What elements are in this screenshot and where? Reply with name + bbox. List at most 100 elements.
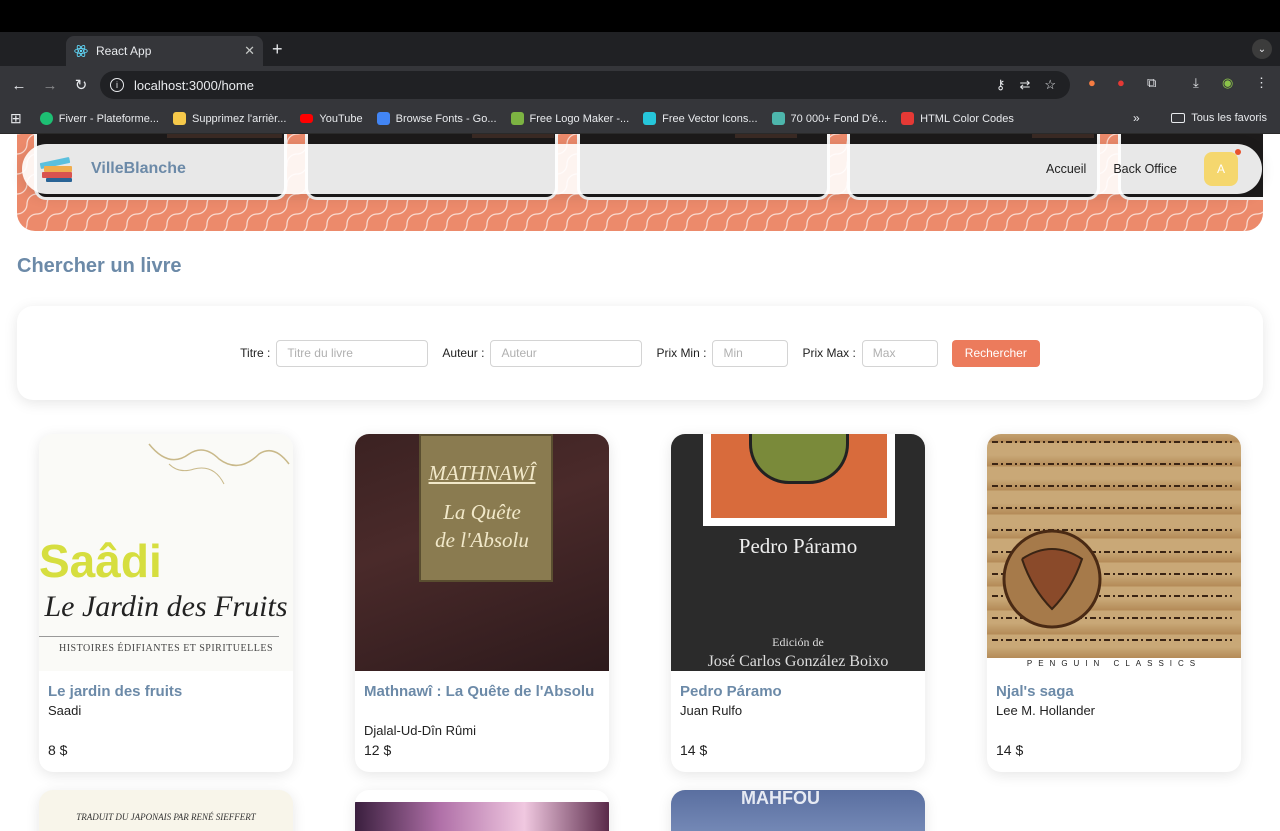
all-bookmarks-folder[interactable]: Tous les favoris (1171, 112, 1267, 124)
banner-book-image (167, 134, 282, 138)
cover-title-text: Saâdi (39, 535, 162, 587)
book-cover: Djalal-od-Dîn Rûmî MATHNAWÎ La Quête de … (355, 434, 609, 671)
book-price: 8 $ (48, 742, 68, 758)
publisher-text: PENGUIN CLASSICS (1026, 659, 1202, 668)
bookmark-item[interactable]: Free Logo Maker -... (510, 112, 630, 125)
book-card[interactable]: MAHFOU (671, 790, 925, 831)
book-title[interactable]: Le jardin des fruits (48, 681, 284, 702)
site-navbar: VilleBlanche Accueil Back Office A (22, 144, 1262, 194)
cover-title-text: Pedro Páramo (738, 534, 858, 558)
bookmark-label: Free Logo Maker -... (529, 112, 630, 125)
nav-link-back-office[interactable]: Back Office (1113, 162, 1177, 176)
more-bookmarks-icon[interactable]: » (1133, 111, 1140, 125)
book-price: 12 $ (364, 742, 392, 758)
folder-label: Tous les favoris (1191, 112, 1267, 124)
youtube-icon (300, 114, 314, 123)
book-cover (355, 802, 609, 831)
book-price: 14 $ (680, 742, 708, 758)
cover-title-text: MATHNAWÎ (428, 461, 536, 485)
bookmark-label: YouTube (319, 112, 363, 125)
bookmark-item[interactable]: 70 000+ Fond D'é... (771, 112, 888, 125)
vector-icons-icon (643, 112, 657, 125)
book-cover: PENGUIN CLASSICS (987, 434, 1241, 671)
tab-strip: React App ✕ + ⌄ (0, 32, 1280, 66)
cover-caption-text: Edición de (772, 635, 824, 649)
search-section-title: Chercher un livre (17, 255, 182, 277)
search-form: Titre : Auteur : Prix Min : Prix Max : R… (17, 306, 1263, 400)
title-input[interactable] (276, 339, 429, 367)
back-icon[interactable]: ← (8, 77, 30, 94)
floral-ornament-icon (148, 443, 290, 485)
bookmark-star-icon[interactable]: ☆ (1044, 77, 1056, 93)
cover-caption-text: José Carlos González Boixo (707, 653, 889, 670)
bookmark-label: Browse Fonts - Go... (395, 112, 497, 125)
bookmark-item[interactable]: Browse Fonts - Go... (376, 112, 497, 125)
bookmark-item[interactable]: YouTube (300, 112, 363, 125)
tab-search-icon[interactable]: ⌄ (1252, 39, 1272, 59)
wallpaper-icon (771, 112, 785, 125)
cover-title-text: MAHFOU (741, 790, 820, 808)
reload-icon[interactable]: ↻ (70, 76, 92, 94)
cover-subtitle-text: La Quête (443, 500, 521, 524)
bookmark-label: HTML Color Codes (920, 112, 1014, 125)
bookmark-item[interactable]: Supprimez l'arrièr... (172, 112, 286, 125)
book-card[interactable]: PENGUIN CLASSICS Njal's saga Lee M. Holl… (987, 434, 1241, 772)
manuscript-illustration (992, 441, 1232, 641)
brand-name[interactable]: VilleBlanche (91, 160, 186, 178)
user-avatar[interactable]: A (1204, 149, 1241, 186)
author-label: Auteur : (442, 346, 485, 360)
profile-avatar-icon[interactable]: ◉ (1222, 75, 1233, 91)
download-icon[interactable]: ⤓ (1193, 75, 1199, 91)
tab-title: React App (96, 44, 152, 58)
bookmark-label: Fiverr - Plateforme... (58, 112, 159, 125)
book-title[interactable]: Njal's saga (996, 681, 1232, 702)
book-card[interactable] (355, 790, 609, 831)
max-price-input[interactable] (861, 339, 938, 367)
bookmark-item[interactable]: Fiverr - Plateforme... (39, 112, 159, 125)
cover-divider (39, 636, 279, 637)
extension-shield-icon[interactable]: ● (1117, 75, 1125, 90)
google-fonts-icon (376, 112, 390, 125)
password-key-icon[interactable]: ⚷ (996, 77, 1006, 93)
book-author: Djalal-Ud-Dîn Rûmi (364, 723, 476, 738)
browser-tab[interactable]: React App ✕ (66, 36, 263, 66)
address-bar[interactable]: i localhost:3000/home ⚷ ⇄ ☆ (100, 71, 1070, 99)
author-input[interactable] (490, 339, 643, 367)
url-text[interactable]: localhost:3000/home (134, 78, 996, 93)
removebg-icon (172, 112, 186, 125)
cover-caption-text: HISTOIRES ÉDIFIANTES ET SPIRITUELLES (58, 643, 274, 654)
book-cover: Pedro Páramo Edición de José Carlos Gonz… (671, 434, 925, 671)
book-price: 14 $ (996, 742, 1024, 758)
book-card[interactable]: Saâdi Le Jardin des Fruits HISTOIRES ÉDI… (39, 434, 293, 772)
new-tab-icon[interactable]: + (272, 39, 283, 60)
book-author: Juan Rulfo (680, 703, 743, 718)
book-card[interactable]: TRADUIT DU JAPONAIS PAR RENÉ SIEFFERT (39, 790, 293, 831)
forward-icon[interactable]: → (39, 77, 61, 94)
min-price-input[interactable] (712, 339, 789, 367)
book-title[interactable]: Pedro Páramo (680, 681, 916, 702)
apps-grid-icon[interactable]: ⊞ (10, 110, 22, 127)
bookmark-item[interactable]: Free Vector Icons... (643, 112, 758, 125)
search-button[interactable]: Rechercher (951, 339, 1040, 367)
site-info-icon[interactable]: i (110, 78, 124, 92)
bookmark-label: 70 000+ Fond D'é... (790, 112, 888, 125)
close-tab-icon[interactable]: ✕ (244, 43, 255, 59)
book-card[interactable]: Djalal-od-Dîn Rûmî MATHNAWÎ La Quête de … (355, 434, 609, 772)
cover-caption-text: TRADUIT DU JAPONAIS PAR RENÉ SIEFFERT (76, 812, 256, 822)
bookmark-label: Free Vector Icons... (662, 112, 758, 125)
max-price-label: Prix Max : (802, 346, 856, 360)
translate-icon[interactable]: ⇄ (1019, 77, 1030, 93)
bookmarks-bar: ⊞ Fiverr - Plateforme... Supprimez l'arr… (0, 104, 1280, 134)
extension-flame-icon[interactable]: ● (1088, 75, 1096, 90)
books-logo-icon[interactable] (39, 154, 76, 184)
bookmark-item[interactable]: HTML Color Codes (901, 112, 1014, 125)
logo-maker-icon (510, 112, 524, 125)
color-codes-icon (901, 112, 915, 125)
page-content: VilleBlanche Accueil Back Office A Cherc… (0, 134, 1280, 831)
nav-link-accueil[interactable]: Accueil (1046, 162, 1086, 176)
book-title[interactable]: Mathnawî : La Quête de l'Absolu (364, 681, 600, 702)
banner-book-image (1032, 134, 1094, 138)
book-card[interactable]: Pedro Páramo Edición de José Carlos Gonz… (671, 434, 925, 772)
browser-menu-icon[interactable]: ⋮ (1255, 75, 1268, 91)
extensions-puzzle-icon[interactable]: ⧉ (1147, 75, 1156, 91)
